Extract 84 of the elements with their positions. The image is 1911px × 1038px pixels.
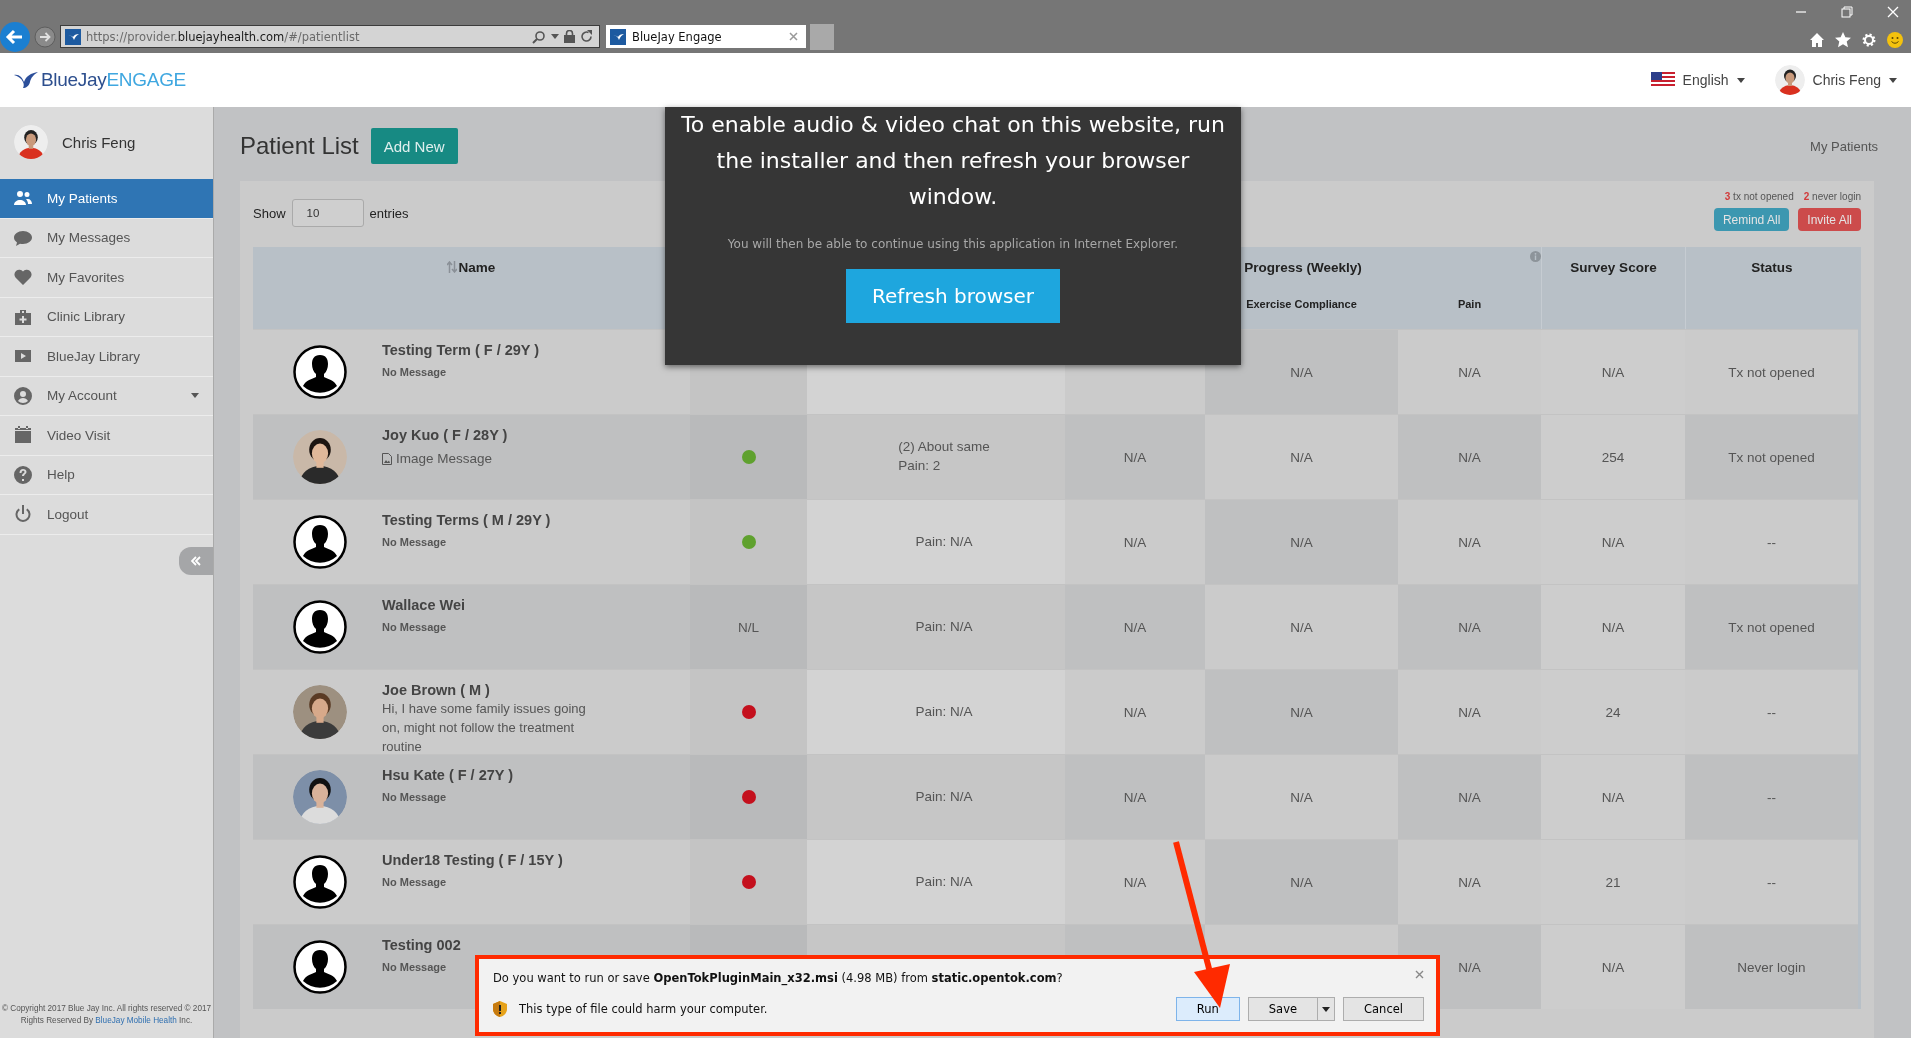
brand-name: BlueJayENGAGE xyxy=(41,69,186,91)
bulk-action-button[interactable]: Invite All xyxy=(1798,208,1861,231)
table-cell: N/A xyxy=(1065,839,1205,924)
url-text: https://provider.bluejayhealth.com/#/patientlist xyxy=(86,29,361,44)
table-cell: 21 xyxy=(1541,839,1685,924)
table-cell: 254 xyxy=(1541,414,1685,499)
table-cell: N/A xyxy=(1398,669,1541,754)
table-cell: N/A xyxy=(1398,754,1541,839)
download-action-button[interactable]: Run xyxy=(1175,997,1240,1021)
table-cell: Tx not opened xyxy=(1685,584,1858,669)
message-preview: No Message xyxy=(382,876,448,888)
patient-name[interactable]: Joe Brown ( M ) xyxy=(382,682,602,698)
table-cell: -- xyxy=(1685,669,1858,754)
table-cell: -- xyxy=(1685,839,1858,924)
table-cell: Pain: N/A xyxy=(807,754,1065,839)
patient-name[interactable]: Testing 002 xyxy=(382,937,461,953)
table-cell: N/A xyxy=(1398,329,1541,414)
table-cell: -- xyxy=(1685,754,1858,839)
table-cell: N/A xyxy=(1065,414,1205,499)
table-cell: Tx not opened xyxy=(1685,329,1858,414)
download-action-button[interactable]: Save xyxy=(1247,997,1336,1021)
message-preview: Hi, I have some family issues going on, might not follow the treatment routine xyxy=(382,700,587,756)
table-cell: Pain: N/A xyxy=(807,669,1065,754)
language-menu[interactable]: English xyxy=(1650,72,1745,88)
table-cell: N/A xyxy=(1541,584,1685,669)
message-preview: No Message xyxy=(382,791,448,803)
entries-label: entries xyxy=(369,206,409,221)
table-cell: N/A xyxy=(1398,839,1541,924)
table-cell: Pain: N/A xyxy=(807,839,1065,924)
table-cell: N/A xyxy=(1205,414,1398,499)
table-cell: Tx not opened xyxy=(1685,414,1858,499)
dialog-message: To enable audio & video chat on this website, run the installer and then refresh your browser window. xyxy=(680,111,1226,211)
patient-name[interactable]: Hsu Kate ( F / 27Y ) xyxy=(382,767,514,783)
table-cell: N/A xyxy=(1541,499,1685,584)
address-bar[interactable]: https://provider.bluejayhealth.com/#/patientlist xyxy=(60,25,600,48)
browser-tab[interactable]: BlueJay Engage xyxy=(606,25,806,48)
message-preview: No Message xyxy=(382,536,448,548)
message-preview: Image Message xyxy=(396,451,493,466)
table-cell: N/A xyxy=(1541,924,1685,1009)
table-cell: 24 xyxy=(1541,669,1685,754)
patient-name[interactable]: Joy Kuo ( F / 28Y ) xyxy=(382,427,508,443)
table-cell: N/A xyxy=(1065,584,1205,669)
table-cell: N/A xyxy=(1205,839,1398,924)
breadcrumb-link[interactable]: My Patients xyxy=(1810,138,1878,154)
patient-name[interactable]: Under18 Testing ( F / 15Y ) xyxy=(382,852,563,868)
table-cell: N/A xyxy=(1065,499,1205,584)
download-prompt: Do you want to run or save OpenTokPluginMain_x32.msi (4.98 MB) from static.opentok.com? xyxy=(493,971,1063,985)
table-cell: N/A xyxy=(1205,754,1398,839)
page-title: Patient List xyxy=(240,132,359,160)
summary-count: 2 never login xyxy=(1803,191,1861,202)
download-warning: This type of file could harm your computer. xyxy=(519,1002,768,1016)
sidebar-item[interactable]: My Patients xyxy=(0,179,213,219)
table-cell: Never login xyxy=(1685,924,1858,1009)
table-cell: N/A xyxy=(1398,584,1541,669)
message-preview: No Message xyxy=(382,366,448,378)
table-cell: -- xyxy=(1685,499,1858,584)
table-cell: N/A xyxy=(1205,669,1398,754)
table-cell: N/A xyxy=(1398,414,1541,499)
copyright-text: © Copyright 2017 Blue Jay Inc. All rights reserved © 2017 Rights Reserved By BlueJay Mobile Health Inc. xyxy=(0,1002,213,1028)
patient-name[interactable]: Testing Term ( F / 29Y ) xyxy=(382,342,540,358)
table-cell: N/A xyxy=(1205,584,1398,669)
patient-name[interactable]: Wallace Wei xyxy=(382,597,465,613)
patient-name[interactable]: Testing Terms ( M / 29Y ) xyxy=(382,512,551,528)
table-cell: Pain: N/A xyxy=(807,499,1065,584)
table-cell: N/A xyxy=(1205,329,1398,414)
table-cell: Pain: N/A xyxy=(807,584,1065,669)
table-cell: N/A xyxy=(1541,754,1685,839)
table-cell: N/A xyxy=(1541,329,1685,414)
table-cell: N/A xyxy=(1398,499,1541,584)
table-cell: N/A xyxy=(1205,499,1398,584)
message-preview: No Message xyxy=(382,621,448,633)
add-new-button[interactable]: Add New xyxy=(370,128,458,164)
table-cell: N/L xyxy=(690,584,807,669)
summary-count: 3 tx not opened xyxy=(1724,191,1794,202)
table-cell: N/A xyxy=(1065,669,1205,754)
table-cell: N/A xyxy=(1065,754,1205,839)
table-cell: (2) About same Pain: 2 xyxy=(807,414,1065,499)
message-preview: No Message xyxy=(382,961,448,973)
page-size-field[interactable]: 10 xyxy=(291,199,364,227)
company-link[interactable]: BlueJay Mobile Health xyxy=(95,1016,177,1026)
show-label: Show xyxy=(253,206,286,221)
download-action-button[interactable]: Cancel xyxy=(1343,997,1424,1021)
user-name: Chris Feng xyxy=(62,133,136,151)
user-menu[interactable]: Chris Feng xyxy=(1774,65,1897,95)
